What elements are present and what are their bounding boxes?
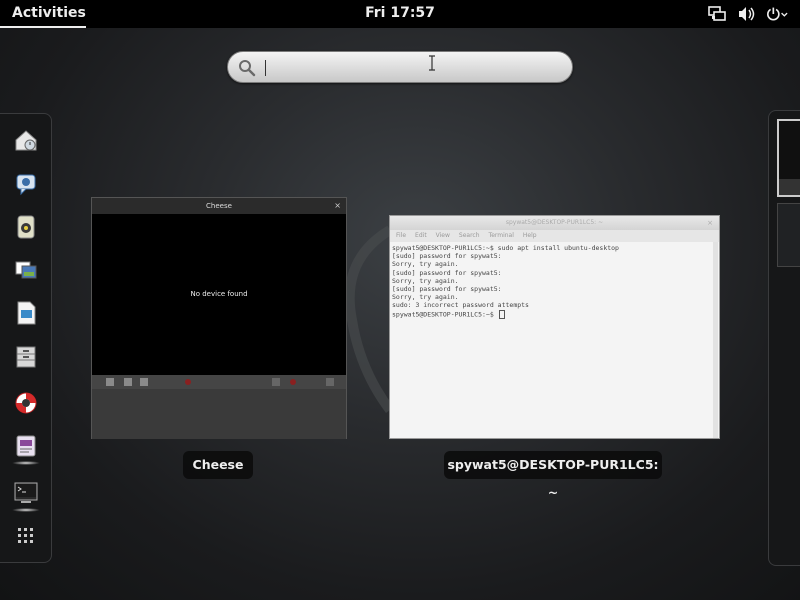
mouse-ibeam-cursor-icon xyxy=(428,55,436,75)
terminal-line: Sorry, try again. xyxy=(392,293,459,302)
chat-icon xyxy=(16,174,36,196)
menu-help[interactable]: Help xyxy=(523,230,537,242)
menu-search[interactable]: Search xyxy=(459,230,480,242)
activities-indicator xyxy=(0,26,86,28)
video-mode-icon[interactable] xyxy=(124,378,132,386)
photos-icon xyxy=(15,261,37,279)
dash-item-cheese[interactable] xyxy=(11,431,41,461)
terminal-window[interactable]: spywat5@DESKTOP-PUR1LC5: ~ × File Edit V… xyxy=(389,215,720,439)
cheese-toolbar xyxy=(92,375,346,389)
terminal-line: spywat5@DESKTOP-PUR1LC5:~$ sudo apt inst… xyxy=(392,244,619,252)
menu-view[interactable]: View xyxy=(436,230,450,242)
show-apps-icon xyxy=(18,528,33,543)
cheese-window-title: Cheese xyxy=(206,202,232,210)
terminal-line: [sudo] password for spywat5: xyxy=(392,252,502,261)
terminal-line: Sorry, try again. xyxy=(392,260,459,269)
dash-item-photos[interactable] xyxy=(11,255,41,285)
effects-next-icon[interactable] xyxy=(326,378,334,386)
text-caret xyxy=(265,60,266,76)
photo-mode-icon[interactable] xyxy=(106,378,114,386)
dash-item-chat[interactable] xyxy=(11,169,41,199)
no-device-message: No device found xyxy=(190,290,248,298)
cheese-window[interactable]: Cheese × No device found xyxy=(91,197,347,439)
dash-item-show-apps[interactable] xyxy=(11,521,41,551)
terminal-menubar: File Edit View Search Terminal Help xyxy=(390,230,719,242)
workspace-thumbnail-active[interactable] xyxy=(777,119,800,197)
camera-viewport: No device found xyxy=(92,214,346,375)
terminal-window-title: spywat5@DESKTOP-PUR1LC5: ~ xyxy=(505,219,604,226)
terminal-cursor xyxy=(498,309,505,319)
dash xyxy=(0,113,52,563)
workspace-window-preview xyxy=(779,179,800,195)
terminal-icon xyxy=(14,482,38,503)
running-indicator xyxy=(12,461,40,465)
dash-item-file-cabinet[interactable] xyxy=(11,342,41,372)
terminal-scrollbar[interactable] xyxy=(713,242,718,438)
document-icon xyxy=(17,301,36,325)
system-tray xyxy=(706,4,788,24)
top-bar: Activities Fri 17:57 xyxy=(0,0,800,28)
cheese-titlebar: Cheese × xyxy=(92,198,346,214)
terminal-titlebar: spywat5@DESKTOP-PUR1LC5: ~ × xyxy=(390,216,719,230)
menu-terminal[interactable]: Terminal xyxy=(489,230,514,242)
terminal-line: Sorry, try again. xyxy=(392,276,459,285)
terminal-line: sudo: 3 incorrect password attempts xyxy=(392,301,529,310)
music-icon xyxy=(17,215,35,239)
menu-edit[interactable]: Edit xyxy=(415,230,427,242)
window-caption-terminal[interactable]: spywat5@DESKTOP-PUR1LC5: ~ xyxy=(444,451,662,500)
dash-item-help[interactable] xyxy=(11,388,41,418)
workspace-thumbnail-empty[interactable] xyxy=(777,203,800,267)
file-cabinet-icon xyxy=(16,346,36,368)
workspace-switcher xyxy=(768,110,800,566)
dash-item-mail[interactable] xyxy=(11,126,41,156)
menu-file[interactable]: File xyxy=(396,230,406,242)
dash-item-document[interactable] xyxy=(11,298,41,328)
terminal-prompt-line: spywat5@DESKTOP-PUR1LC5:~$ xyxy=(392,309,712,319)
cheese-icon xyxy=(16,435,36,457)
close-icon[interactable]: × xyxy=(334,198,341,214)
mail-icon xyxy=(15,130,37,151)
close-icon[interactable]: × xyxy=(707,216,713,230)
search-box[interactable] xyxy=(227,51,573,83)
clock[interactable]: Fri 17:57 xyxy=(0,5,800,21)
record-icon[interactable] xyxy=(185,379,191,385)
terminal-output[interactable]: spywat5@DESKTOP-PUR1LC5:~$ sudo apt inst… xyxy=(392,244,712,319)
power-icon[interactable] xyxy=(766,4,788,24)
help-lifebuoy-icon xyxy=(15,392,37,414)
thumbnail-strip xyxy=(92,389,346,439)
burst-mode-icon[interactable] xyxy=(140,378,148,386)
running-indicator xyxy=(12,508,40,512)
terminal-line: [sudo] password for spywat5: xyxy=(392,268,502,277)
effects-prev-icon[interactable] xyxy=(272,378,280,386)
volume-icon[interactable] xyxy=(736,4,758,24)
capture-icon[interactable] xyxy=(290,379,296,385)
network-icon[interactable] xyxy=(706,4,728,24)
window-caption-cheese[interactable]: Cheese xyxy=(183,451,253,479)
search-input[interactable] xyxy=(262,57,556,79)
search-icon xyxy=(238,59,256,81)
terminal-line: [sudo] password for spywat5: xyxy=(392,285,502,294)
dash-item-terminal[interactable] xyxy=(11,477,41,507)
dash-item-music[interactable] xyxy=(11,212,41,242)
terminal-prompt: spywat5@DESKTOP-PUR1LC5:~$ xyxy=(392,310,498,319)
